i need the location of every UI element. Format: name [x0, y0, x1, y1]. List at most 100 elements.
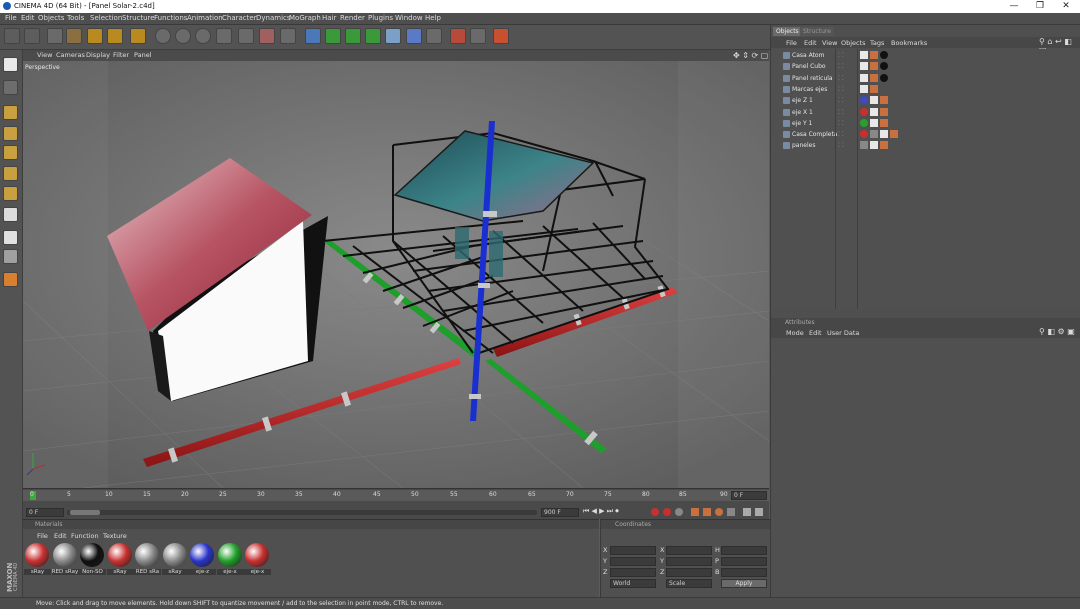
cube-object-icon[interactable] — [305, 28, 321, 44]
position-y-field[interactable] — [610, 557, 656, 566]
menu-dynamics[interactable]: Dynamics — [256, 14, 291, 22]
viewport-menu-display[interactable]: Display — [86, 51, 110, 59]
material-tag-icon[interactable] — [860, 107, 868, 116]
om-menu-view[interactable]: View — [822, 39, 837, 47]
timeline-menu-icon[interactable] — [755, 508, 763, 516]
material-tag-icon[interactable] — [870, 51, 878, 59]
close-button[interactable]: ✕ — [1055, 0, 1077, 13]
menu-edit[interactable]: Edit — [21, 14, 35, 22]
tweak-mode-icon[interactable] — [3, 186, 18, 201]
menu-objects[interactable]: Objects — [38, 14, 64, 22]
move-tool-icon[interactable] — [66, 28, 82, 44]
texture-mode-icon[interactable] — [3, 80, 18, 95]
materials-menu-function[interactable]: Function — [71, 532, 99, 540]
material-tag-icon[interactable] — [860, 51, 868, 59]
object-name[interactable]: Marcas ejes — [792, 86, 827, 93]
menu-render[interactable]: Render — [340, 14, 365, 22]
object-row[interactable]: Marcas ejes ⁚ ⁚ — [771, 84, 1080, 95]
material-tag-icon[interactable] — [860, 84, 868, 93]
size-z-field[interactable] — [666, 568, 712, 577]
snap-icon[interactable] — [3, 230, 18, 245]
material-tag-icon[interactable] — [880, 51, 888, 59]
nurbs-icon[interactable] — [325, 28, 341, 44]
menu-functions[interactable]: Functions — [154, 14, 187, 22]
scene-icon[interactable] — [385, 28, 401, 44]
material-swatch[interactable] — [107, 543, 132, 567]
material-tag-icon[interactable] — [880, 96, 888, 105]
playback-controls[interactable]: ⏮ ◀ ▶ ⏭ ⏺ — [583, 507, 619, 516]
array-icon[interactable] — [345, 28, 361, 44]
om-menu-edit[interactable]: Edit — [804, 39, 817, 47]
python-icon[interactable] — [450, 28, 466, 44]
attr-menu-user-data[interactable]: User Data — [827, 329, 859, 337]
size-x-field[interactable] — [666, 546, 712, 555]
maximize-button[interactable]: ❐ — [1029, 0, 1051, 13]
viewport-menu-view[interactable]: View — [37, 51, 52, 59]
material-tag-icon[interactable] — [860, 118, 868, 127]
workplane-icon[interactable] — [3, 207, 18, 222]
object-row[interactable]: Panel reticula ⁚ ⁚ — [771, 73, 1080, 84]
om-menu-bookmarks[interactable]: Bookmarks — [891, 39, 927, 47]
material-tag-icon[interactable] — [880, 73, 888, 82]
material-tag-icon[interactable] — [860, 96, 868, 105]
menu-tools[interactable]: Tools — [67, 14, 84, 22]
material-swatch[interactable] — [52, 543, 77, 567]
start-frame-field[interactable]: 0 F — [26, 508, 64, 517]
object-row[interactable]: eje Z 1 ⁚ ⁚ — [771, 95, 1080, 106]
rotation-key-icon[interactable] — [715, 508, 723, 516]
object-name[interactable]: paneles — [792, 142, 815, 149]
rotation-p-field[interactable] — [721, 557, 767, 566]
material-swatch[interactable] — [135, 543, 159, 567]
visibility-dots-icon[interactable]: ⁚ ⁚ — [838, 52, 852, 59]
attr-nav-icons[interactable]: ⚲ ◧ ⚙ ▣ — [1039, 327, 1075, 336]
autokey-icon[interactable] — [663, 508, 671, 516]
attr-menu-edit[interactable]: Edit — [809, 329, 822, 337]
rotation-h-field[interactable] — [721, 546, 767, 555]
visibility-dots-icon[interactable]: ⁚ ⁚ — [838, 75, 852, 82]
object-row[interactable]: Casa Completa ⁚ ⁚ — [771, 129, 1080, 140]
render-picture-viewer-icon[interactable] — [259, 28, 275, 44]
visibility-dots-icon[interactable]: ⁚ ⁚ — [838, 142, 852, 149]
object-row[interactable]: eje X 1 ⁚ ⁚ — [771, 107, 1080, 118]
material-tag-icon[interactable] — [870, 84, 878, 93]
object-name[interactable]: eje Y 1 — [792, 120, 812, 127]
y-axis-lock-icon[interactable] — [175, 28, 191, 44]
undo-icon[interactable] — [4, 28, 20, 44]
tab-objects[interactable]: Objects — [773, 27, 802, 36]
visibility-dots-icon[interactable]: ⁚ ⁚ — [838, 120, 852, 127]
menu-animation[interactable]: Animation — [187, 14, 223, 22]
om-menu-tags[interactable]: Tags — [870, 39, 884, 47]
menu-plugins[interactable]: Plugins — [368, 14, 393, 22]
polygons-mode-icon[interactable] — [3, 145, 18, 160]
z-axis-lock-icon[interactable] — [195, 28, 211, 44]
material-tag-icon[interactable] — [880, 130, 888, 139]
visibility-dots-icon[interactable]: ⁚ ⁚ — [838, 109, 852, 116]
x-axis-lock-icon[interactable] — [155, 28, 171, 44]
material-tag-icon[interactable] — [880, 107, 888, 116]
render-view-icon[interactable] — [238, 28, 254, 44]
material-tag-icon[interactable] — [870, 73, 878, 82]
sculpt-icon[interactable] — [3, 272, 18, 287]
keyframe-selection-icon[interactable] — [675, 508, 683, 516]
material-tag-icon[interactable] — [860, 130, 868, 139]
menu-file[interactable]: File — [5, 14, 17, 22]
menu-structure[interactable]: Structure — [122, 14, 155, 22]
material-tag-icon[interactable] — [870, 130, 878, 139]
script-manager-icon[interactable] — [470, 28, 486, 44]
record-keyframe-icon[interactable] — [651, 508, 659, 516]
3d-viewport[interactable]: Perspective — [23, 61, 769, 488]
material-tag-icon[interactable] — [890, 130, 898, 139]
visibility-dots-icon[interactable]: ⁚ ⁚ — [838, 63, 852, 70]
position-x-field[interactable] — [610, 546, 656, 555]
material-swatch[interactable] — [80, 543, 104, 567]
om-menu-file[interactable]: File — [786, 39, 797, 47]
environment-icon[interactable] — [406, 28, 422, 44]
camera-icon[interactable] — [426, 28, 442, 44]
menu-hair[interactable]: Hair — [322, 14, 336, 22]
coordinate-system-icon[interactable] — [216, 28, 232, 44]
deformer-icon[interactable] — [365, 28, 381, 44]
minimize-button[interactable]: — — [1003, 0, 1025, 13]
menu-window[interactable]: Window — [395, 14, 423, 22]
visibility-dots-icon[interactable]: ⁚ ⁚ — [838, 86, 852, 93]
menu-mograph[interactable]: MoGraph — [289, 14, 321, 22]
